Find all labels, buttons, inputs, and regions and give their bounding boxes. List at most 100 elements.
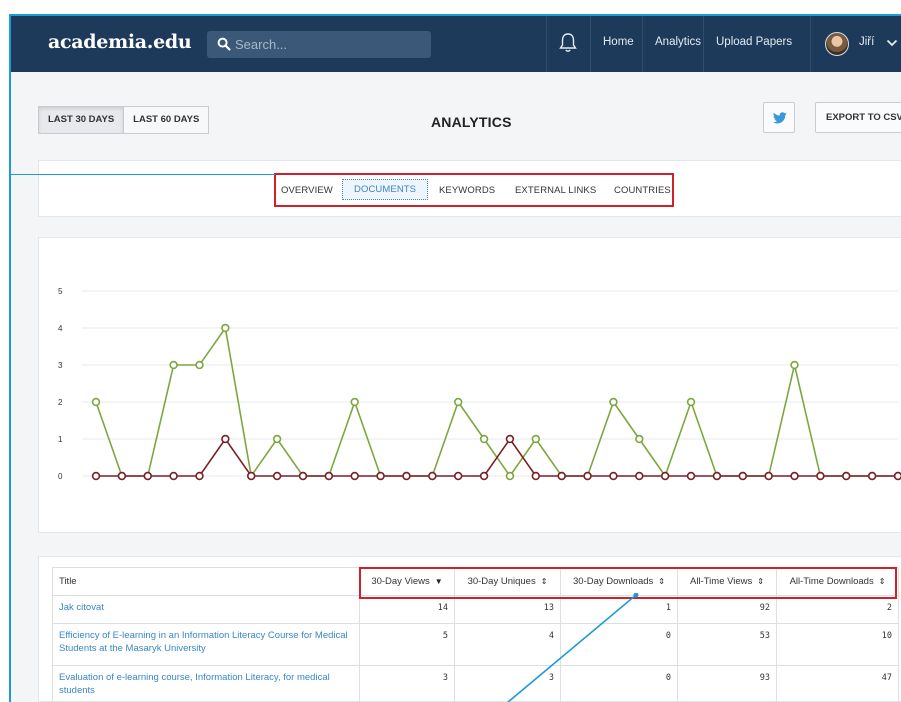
- table-cell: 53: [677, 623, 777, 666]
- data-point: [531, 434, 541, 444]
- data-point: [790, 471, 799, 481]
- user-avatar[interactable]: [825, 32, 849, 56]
- table-cell: 3: [359, 665, 455, 702]
- table-cell: 92: [677, 595, 777, 624]
- data-point: [635, 471, 644, 481]
- data-point: [221, 323, 230, 333]
- table-cell: 93: [677, 665, 777, 702]
- search-icon: [217, 37, 231, 51]
- nav-separator: [590, 16, 591, 72]
- y-tick-label: 0: [58, 472, 63, 481]
- data-point: [479, 434, 489, 444]
- chevron-down-icon[interactable]: [886, 38, 898, 48]
- annotation-pointer-line: [506, 593, 639, 702]
- data-point: [635, 434, 644, 444]
- twitter-share-button[interactable]: [763, 102, 795, 133]
- document-link[interactable]: Evaluation of e-learning course, Informa…: [59, 672, 330, 696]
- data-point: [428, 471, 437, 481]
- document-link[interactable]: Efficiency of E-learning in an Informati…: [59, 630, 348, 654]
- data-point: [583, 471, 592, 481]
- data-point: [272, 434, 282, 444]
- data-point: [557, 471, 566, 481]
- user-name[interactable]: Jiří: [859, 36, 874, 48]
- search-input[interactable]: [235, 31, 425, 58]
- last-60-days-button[interactable]: LAST 60 DAYS: [124, 106, 210, 134]
- data-point: [247, 471, 256, 481]
- data-point: [169, 471, 178, 481]
- data-point: [91, 397, 101, 407]
- data-point: [350, 471, 359, 481]
- data-point: [221, 434, 230, 444]
- date-range-toggle: LAST 30 DAYS LAST 60 DAYS: [38, 106, 210, 134]
- export-to-csv-button[interactable]: EXPORT TO CSV: [815, 102, 901, 133]
- notifications-bell-icon[interactable]: [558, 32, 578, 54]
- data-point: [686, 397, 696, 407]
- table-cell-title: Efficiency of E-learning in an Informati…: [52, 623, 360, 666]
- top-navbar: academia.edu Home Analytics Upload Paper…: [11, 16, 901, 72]
- data-point: [117, 471, 127, 481]
- data-point: [479, 471, 489, 481]
- search-box: [207, 31, 431, 58]
- data-point: [324, 471, 334, 481]
- data-point: [531, 471, 541, 481]
- nav-separator: [546, 16, 547, 72]
- data-point: [298, 471, 308, 481]
- y-tick-label: 3: [58, 361, 63, 370]
- annotation-pointer-line: [11, 174, 275, 175]
- table-cell: 10: [776, 623, 899, 666]
- data-point: [169, 360, 178, 370]
- data-point: [738, 471, 747, 481]
- table-cell: 14: [359, 595, 455, 624]
- data-point: [893, 471, 901, 481]
- data-point: [272, 471, 282, 481]
- y-tick-label: 4: [58, 324, 63, 333]
- site-logo[interactable]: academia.edu: [48, 31, 192, 53]
- data-point: [350, 397, 359, 407]
- page-title: ANALYTICS: [431, 114, 512, 130]
- table-row: Jak citovat 14 13 1 92 2: [52, 595, 899, 624]
- table-cell: 47: [776, 665, 899, 702]
- table-cell: 5: [359, 623, 455, 666]
- data-point: [143, 471, 152, 481]
- tabs-highlight-box: [274, 173, 674, 207]
- y-tick-label: 5: [58, 287, 63, 296]
- last-30-days-button[interactable]: LAST 30 DAYS: [38, 106, 125, 134]
- data-point: [91, 471, 101, 481]
- column-header-title: Title: [52, 567, 360, 596]
- nav-separator: [703, 16, 704, 72]
- data-point: [402, 471, 411, 481]
- data-point: [195, 360, 204, 370]
- data-point: [764, 471, 773, 481]
- nav-separator: [642, 16, 643, 72]
- table-row: Efficiency of E-learning in an Informati…: [52, 623, 899, 666]
- data-point: [195, 471, 204, 481]
- data-point: [505, 471, 515, 481]
- table-cell: 2: [776, 595, 899, 624]
- document-link[interactable]: Jak citovat: [59, 602, 104, 613]
- data-point: [867, 471, 877, 481]
- data-point: [712, 471, 722, 481]
- series-line: [96, 437, 898, 477]
- documents-line-chart: 0 1 2 3 4 5: [58, 287, 901, 481]
- data-point: [686, 471, 696, 481]
- table-cell-title: Evaluation of e-learning course, Informa…: [52, 665, 360, 702]
- data-point: [842, 471, 851, 481]
- data-point: [505, 434, 515, 444]
- data-point: [790, 360, 799, 370]
- y-tick-label: 1: [58, 435, 63, 444]
- table-row: Evaluation of e-learning course, Informa…: [52, 665, 899, 702]
- nav-link-home[interactable]: Home: [603, 36, 634, 48]
- data-point: [609, 397, 618, 407]
- table-cell-title: Jak citovat: [52, 595, 360, 624]
- data-point: [609, 471, 618, 481]
- nav-link-analytics[interactable]: Analytics: [655, 36, 701, 48]
- data-point: [453, 397, 463, 407]
- twitter-icon: [773, 112, 787, 124]
- nav-link-upload-papers[interactable]: Upload Papers: [716, 36, 792, 48]
- data-point: [453, 471, 463, 481]
- analytics-page: academia.edu Home Analytics Upload Paper…: [11, 16, 901, 702]
- nav-separator: [810, 16, 811, 72]
- y-tick-label: 2: [58, 398, 63, 407]
- data-point: [376, 471, 385, 481]
- data-point: [660, 471, 670, 481]
